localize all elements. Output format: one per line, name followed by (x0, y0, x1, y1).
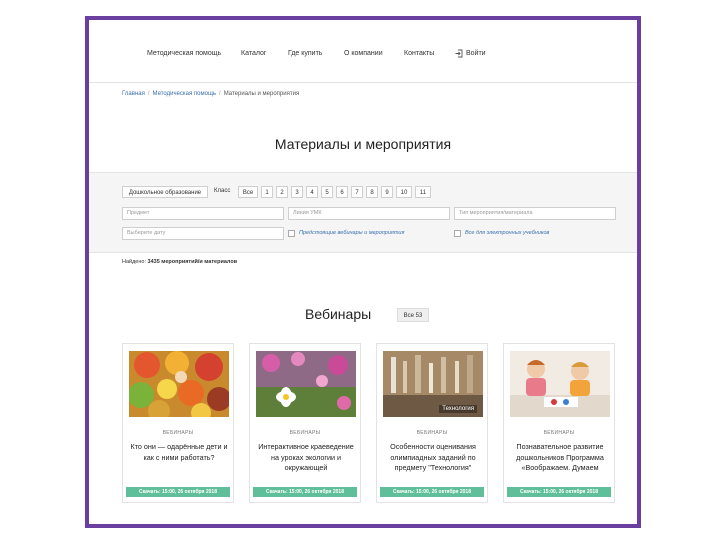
breadcrumb-home[interactable]: Главная (122, 91, 145, 97)
browser-frame: Методическая помощь Каталог Где купить О… (85, 16, 641, 528)
card-tag: ВЕБИНАРЫ (543, 430, 575, 436)
webinar-card[interactable]: ВЕБИНАРЫ Кто они — одарённые дети и как … (122, 343, 234, 503)
ebooks-label[interactable]: Все для электронных учебников (465, 230, 549, 236)
breadcrumb-methodical-help[interactable]: Методическая помощь (153, 91, 217, 97)
class-7-button[interactable]: 7 (351, 186, 363, 198)
card-tag: ВЕБИНАРЫ (416, 430, 448, 436)
card-date-badge[interactable]: Скачать: 15:00, 26 октября 2018 (126, 487, 230, 497)
webinar-thumbnail: Технология (383, 351, 483, 417)
class-9-button[interactable]: 9 (381, 186, 393, 198)
level-select[interactable]: Дошкольное образование (122, 186, 208, 198)
ebooks-checkbox[interactable] (454, 230, 461, 237)
breadcrumb-current: Материалы и мероприятия (223, 91, 300, 97)
upcoming-webinars-label[interactable]: Предстоящие вебинары и мероприятия (299, 230, 404, 236)
card-title[interactable]: Познавательное развитие дошкольников Про… (510, 442, 610, 474)
class-8-button[interactable]: 8 (366, 186, 378, 198)
card-title[interactable]: Особенности оценивания олимпиадных задан… (383, 442, 483, 474)
nav-item-catalog[interactable]: Каталог (241, 50, 266, 57)
class-3-button[interactable]: 3 (291, 186, 303, 198)
date-field[interactable]: Выберите дату (122, 227, 284, 240)
card-title[interactable]: Интерактивное краеведение на уроках экол… (256, 442, 356, 474)
class-4-button[interactable]: 4 (306, 186, 318, 198)
upcoming-webinars-checkbox[interactable] (288, 230, 295, 237)
webinar-thumbnail (256, 351, 356, 417)
results-count: Найдено: 3435 мероприятий/и материалов (122, 259, 237, 265)
filter-panel: Дошкольное образование Класс Все 1 2 3 4… (89, 172, 637, 253)
login-icon[interactable] (455, 49, 463, 58)
class-6-button[interactable]: 6 (336, 186, 348, 198)
class-all-button[interactable]: Все (238, 186, 258, 198)
nav-item-about[interactable]: О компании (344, 50, 383, 57)
card-title[interactable]: Кто они — одарённые дети и как с ними ра… (129, 442, 229, 463)
webinar-card[interactable]: ВЕБИНАРЫ Интерактивное краеведение на ур… (249, 343, 361, 503)
webinar-card[interactable]: Технология ВЕБИНАРЫ Особенности оцениван… (376, 343, 488, 503)
card-tag: ВЕБИНАРЫ (289, 430, 321, 436)
top-navigation: Методическая помощь Каталог Где купить О… (89, 20, 637, 83)
page-title: Материалы и мероприятия (274, 136, 452, 152)
login-link[interactable]: Войти (466, 50, 486, 57)
umk-line-field[interactable]: Линия УМК (288, 207, 450, 220)
nav-item-contacts[interactable]: Контакты (404, 50, 434, 57)
class-11-button[interactable]: 11 (415, 186, 431, 198)
nav-item-where-to-buy[interactable]: Где купить (288, 50, 322, 57)
webinar-thumbnail (129, 351, 229, 417)
results-prefix: Найдено: (122, 259, 146, 265)
all-webinars-button[interactable]: Все 53 (397, 308, 429, 322)
webinars-section-title: Вебинары (305, 306, 372, 322)
class-1-button[interactable]: 1 (261, 186, 273, 198)
card-tag: ВЕБИНАРЫ (162, 430, 194, 436)
subject-field[interactable]: Предмет (122, 207, 284, 220)
class-2-button[interactable]: 2 (276, 186, 288, 198)
results-count-value: 3435 мероприятий/и материалов (147, 259, 238, 265)
nav-item-methodical-help[interactable]: Методическая помощь (147, 50, 221, 57)
thumbnail-caption: Технология (439, 405, 477, 413)
class-label: Класс (214, 188, 231, 194)
webinar-card[interactable]: ВЕБИНАРЫ Познавательное развитие дошколь… (503, 343, 615, 503)
class-5-button[interactable]: 5 (321, 186, 333, 198)
class-10-button[interactable]: 10 (396, 186, 412, 198)
breadcrumb: Главная / Методическая помощь / Материалы и … (122, 91, 300, 97)
card-date-badge[interactable]: Скачать: 15:00, 26 октября 2018 (380, 487, 484, 497)
webinar-thumbnail (510, 351, 610, 417)
card-date-badge[interactable]: Скачать: 15:00, 26 октября 2018 (253, 487, 357, 497)
card-date-badge[interactable]: Скачать: 15:00, 26 октября 2018 (507, 487, 611, 497)
event-type-field[interactable]: Тип мероприятия/материала (454, 207, 616, 220)
